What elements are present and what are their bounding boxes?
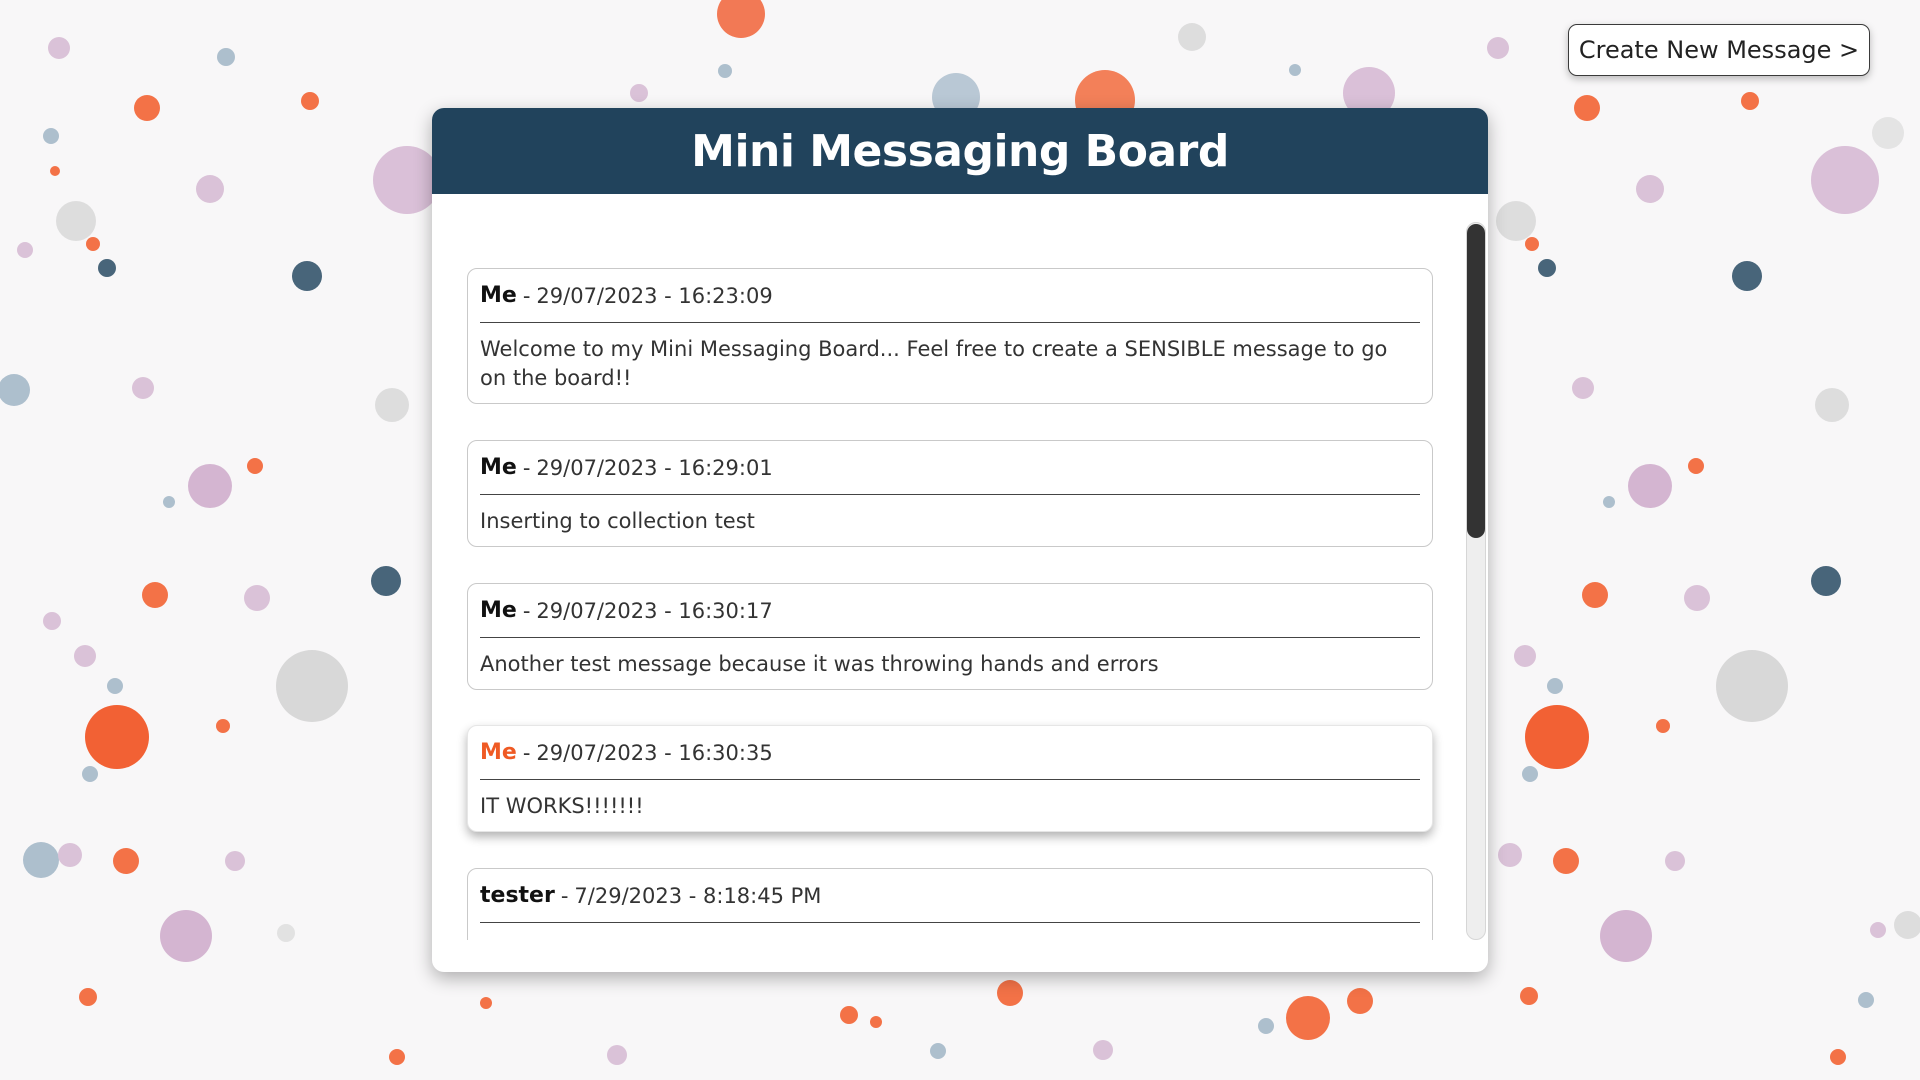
message-list[interactable]: Me - 29/07/2023 - 16:23:09 Welcome to my… xyxy=(432,194,1488,940)
page-title: Mini Messaging Board xyxy=(691,125,1229,177)
message-author: Me xyxy=(480,455,517,480)
message-author: Me xyxy=(480,598,517,623)
message-timestamp: 29/07/2023 - 16:29:01 xyxy=(536,455,773,480)
message-card[interactable]: Me - 29/07/2023 - 16:23:09 Welcome to my… xyxy=(467,268,1433,404)
message-header: Me - 29/07/2023 - 16:30:17 xyxy=(480,584,1420,638)
message-card[interactable]: Me - 29/07/2023 - 16:30:17 Another test … xyxy=(467,583,1433,690)
message-text: IT WORKS!!!!!!! xyxy=(480,794,644,818)
message-separator: - xyxy=(522,598,531,623)
message-text: Welcome to my Mini Messaging Board... Fe… xyxy=(480,337,1388,390)
message-board-panel: Mini Messaging Board Me - 29/07/2023 - 1… xyxy=(432,108,1488,972)
message-author: Me xyxy=(480,740,517,765)
message-header: Me - 29/07/2023 - 16:30:35 xyxy=(480,726,1420,780)
message-author: tester xyxy=(480,883,555,908)
message-timestamp: 7/29/2023 - 8:18:45 PM xyxy=(574,883,822,908)
scrollbar-thumb[interactable] xyxy=(1467,224,1485,538)
message-separator: - xyxy=(522,455,531,480)
message-separator: - xyxy=(522,740,531,765)
message-text: Another test message because it was thro… xyxy=(480,652,1159,676)
message-card[interactable]: tester - 7/29/2023 - 8:18:45 PM test tes… xyxy=(467,868,1433,940)
message-timestamp: 29/07/2023 - 16:30:35 xyxy=(536,740,773,765)
message-text: Inserting to collection test xyxy=(480,509,755,533)
message-header: Me - 29/07/2023 - 16:29:01 xyxy=(480,441,1420,495)
board-header: Mini Messaging Board xyxy=(432,108,1488,194)
create-new-message-button[interactable]: Create New Message > xyxy=(1568,24,1870,76)
message-timestamp: 29/07/2023 - 16:23:09 xyxy=(536,283,773,308)
message-author: Me xyxy=(480,283,517,308)
message-header: Me - 29/07/2023 - 16:23:09 xyxy=(480,269,1420,323)
message-separator: - xyxy=(560,883,569,908)
message-separator: - xyxy=(522,283,531,308)
message-timestamp: 29/07/2023 - 16:30:17 xyxy=(536,598,773,623)
message-header: tester - 7/29/2023 - 8:18:45 PM xyxy=(480,869,1420,923)
message-card[interactable]: Me - 29/07/2023 - 16:29:01 Inserting to … xyxy=(467,440,1433,547)
message-card-hovered[interactable]: Me - 29/07/2023 - 16:30:35 IT WORKS!!!!!… xyxy=(467,725,1433,832)
message-text: test test xyxy=(480,923,1420,940)
